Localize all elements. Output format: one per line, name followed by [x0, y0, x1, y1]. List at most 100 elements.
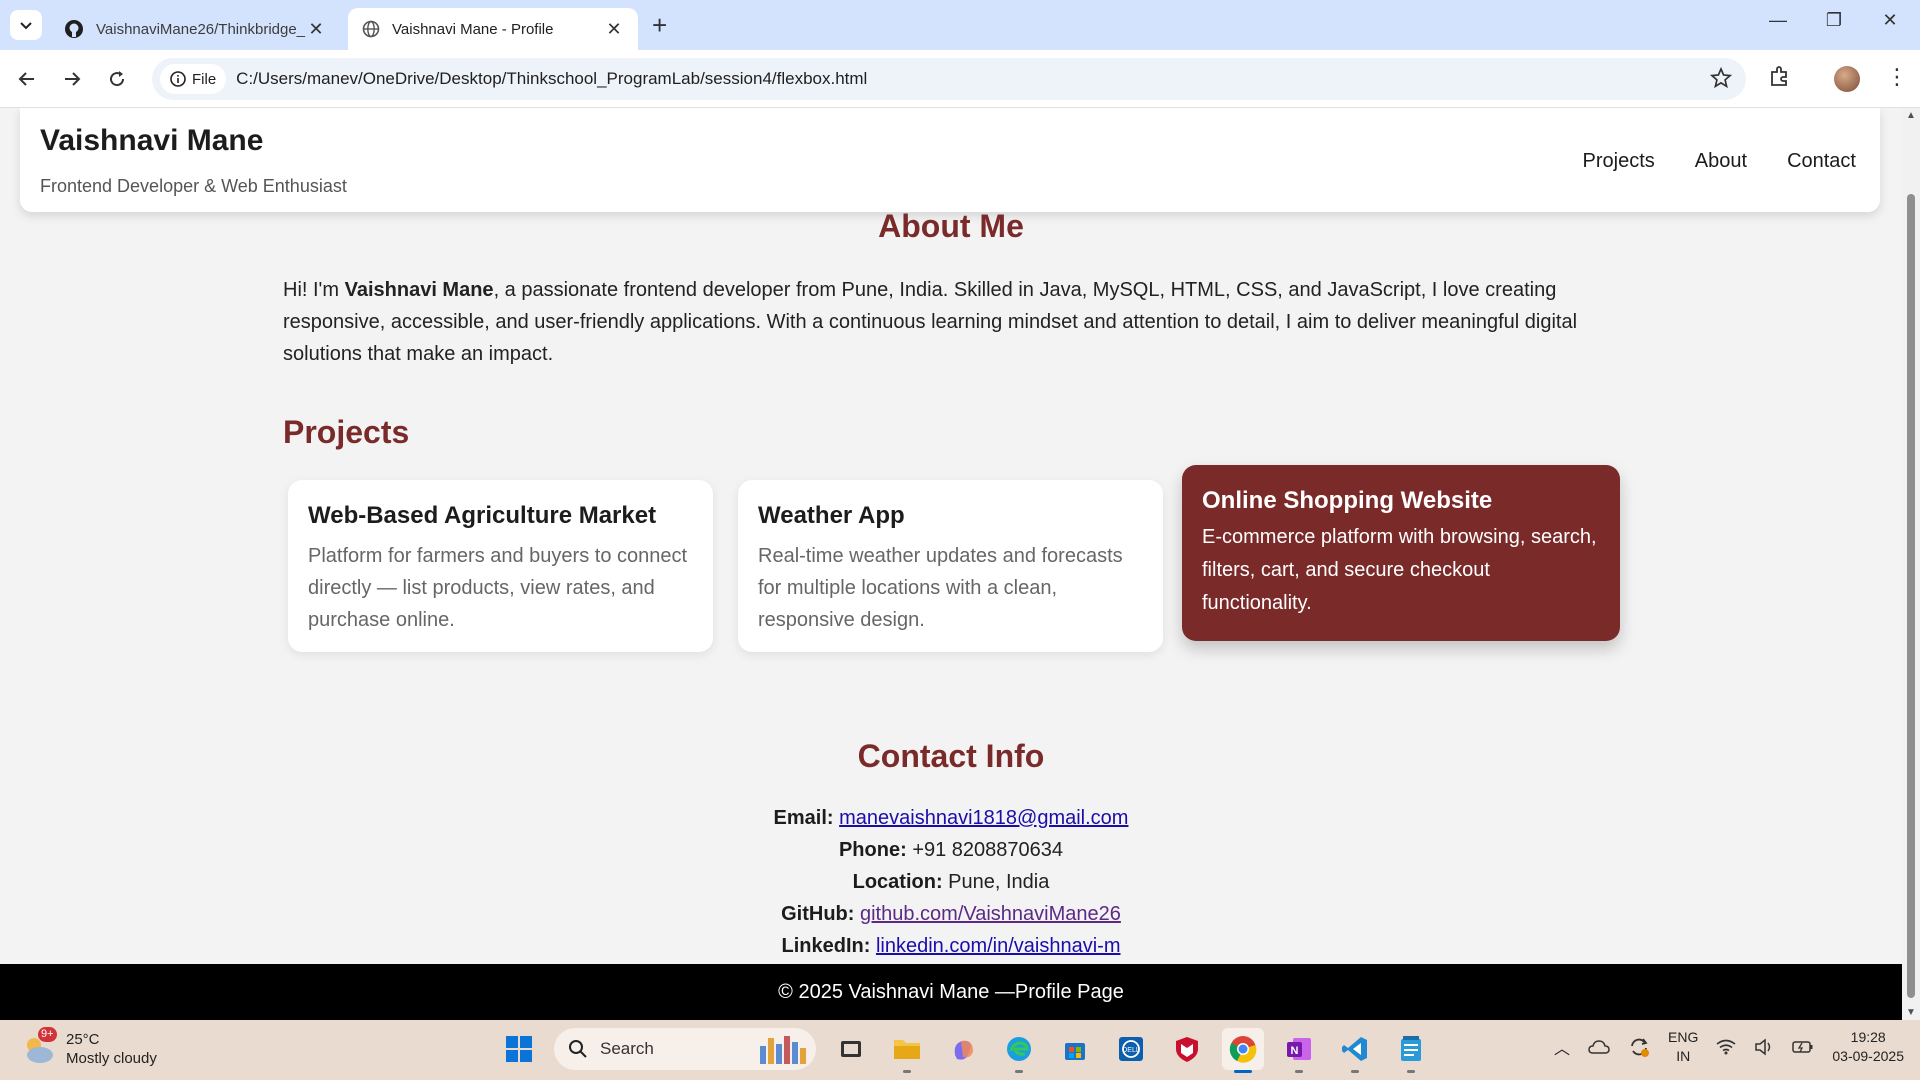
vscode-button[interactable] — [1334, 1028, 1376, 1073]
start-button[interactable] — [498, 1028, 540, 1070]
restore-icon[interactable]: ❐ — [1814, 10, 1854, 31]
tab-search-button[interactable] — [10, 10, 42, 40]
project-card-hovered[interactable]: Online Shopping Website E-commerce platf… — [1182, 465, 1620, 641]
notepad-icon — [1401, 1036, 1421, 1061]
copilot-button[interactable] — [942, 1028, 984, 1070]
city-skyline-icon — [760, 1036, 806, 1064]
scroll-up-icon[interactable]: ▲ — [1905, 110, 1917, 121]
chevron-up-icon[interactable]: ︿ — [1554, 1035, 1570, 1059]
page-viewport: Vaishnavi Mane Frontend Developer & Web … — [0, 108, 1902, 1020]
email-link[interactable]: manevaishnavi1818@gmail.com — [839, 807, 1128, 829]
scrollbar-thumb[interactable] — [1907, 194, 1915, 998]
notepad-button[interactable] — [1390, 1028, 1432, 1073]
weather-icon: 9+ — [20, 1027, 57, 1067]
nav-contact[interactable]: Contact — [1787, 150, 1856, 173]
store-button[interactable] — [1054, 1028, 1096, 1070]
input-language[interactable]: ENG IN — [1668, 1028, 1698, 1066]
site-nav: Projects About Contact — [1583, 150, 1856, 173]
more-menu-icon[interactable]: ⋮ — [1886, 64, 1908, 90]
contact-location-row: Location: Pune, India — [0, 866, 1902, 898]
onenote-button[interactable]: N — [1278, 1028, 1320, 1073]
tab-profile[interactable]: Vaishnavi Mane - Profile ✕ — [348, 8, 638, 50]
file-chip-label: File — [192, 70, 217, 88]
running-indicator — [903, 1070, 911, 1073]
close-window-icon[interactable]: ✕ — [1870, 10, 1910, 31]
email-label: Email: — [773, 807, 834, 829]
arrow-right-icon — [65, 72, 81, 86]
avatar — [1834, 66, 1860, 92]
github-icon — [65, 20, 83, 38]
project-title: Web-Based Agriculture Market — [308, 502, 657, 529]
running-indicator — [1407, 1070, 1415, 1073]
project-description: Platform for farmers and buyers to conne… — [308, 545, 688, 631]
weather-widget[interactable]: 9+ 25°C Mostly cloudy — [20, 1027, 157, 1068]
chrome-button[interactable] — [1222, 1028, 1264, 1073]
search-placeholder: Search — [600, 1039, 654, 1058]
forward-button[interactable] — [57, 64, 87, 94]
reload-button[interactable] — [102, 64, 132, 94]
new-tab-button[interactable]: + — [652, 12, 667, 38]
clock[interactable]: 19:28 03-09-2025 — [1832, 1028, 1904, 1066]
minimize-icon[interactable]: — — [1758, 10, 1798, 31]
sync-icon[interactable] — [1628, 1036, 1650, 1058]
taskbar-search[interactable]: Search — [554, 1028, 816, 1070]
project-card[interactable]: Web-Based Agriculture Market Platform fo… — [288, 480, 713, 652]
task-view-button[interactable] — [830, 1028, 872, 1070]
copilot-icon — [954, 1040, 973, 1060]
back-button[interactable] — [12, 64, 42, 94]
volume-icon[interactable] — [1754, 1038, 1774, 1056]
folder-icon — [894, 1040, 920, 1059]
bookmark-star-icon[interactable] — [1710, 67, 1732, 89]
close-tab-icon[interactable]: ✕ — [306, 19, 326, 40]
tab-github[interactable]: VaishnaviMane26/Thinkbridge_ ✕ — [50, 8, 340, 50]
about-name: Vaishnavi Mane — [344, 279, 494, 301]
reload-icon — [110, 71, 125, 87]
address-bar[interactable]: File C:/Users/manev/OneDrive/Desktop/Thi… — [152, 58, 1746, 100]
lang-secondary: IN — [1676, 1048, 1691, 1064]
nav-projects[interactable]: Projects — [1583, 150, 1655, 173]
svg-text:DELL: DELL — [1122, 1047, 1140, 1054]
mcafee-button[interactable] — [1166, 1028, 1208, 1070]
site-header: Vaishnavi Mane Frontend Developer & Web … — [20, 108, 1880, 212]
tab-title: VaishnaviMane26/Thinkbridge_ — [96, 20, 306, 38]
system-tray: ︿ ENG IN 19:28 03-09-2025 — [1554, 1028, 1904, 1066]
chevron-down-icon — [20, 22, 32, 30]
dell-button[interactable]: DELL — [1110, 1028, 1152, 1070]
search-icon — [569, 1040, 587, 1058]
profile-avatar[interactable] — [1834, 66, 1860, 92]
browser-toolbar: File C:/Users/manev/OneDrive/Desktop/Thi… — [0, 50, 1920, 108]
onedrive-cloud-icon[interactable] — [1588, 1039, 1610, 1055]
about-intro: Hi! I'm — [283, 279, 345, 301]
battery-icon[interactable] — [1792, 1040, 1814, 1054]
taskbar-apps: Search DELL N — [498, 1028, 1432, 1073]
extensions-button[interactable] — [1768, 64, 1792, 93]
edge-button[interactable] — [998, 1028, 1040, 1073]
file-explorer-button[interactable] — [886, 1028, 928, 1073]
globe-icon — [362, 20, 380, 38]
phone-label: Phone: — [838, 839, 907, 861]
clock-time: 19:28 — [1850, 1029, 1886, 1045]
url-text[interactable]: C:/Users/manev/OneDrive/Desktop/Thinksch… — [236, 69, 867, 89]
chrome-icon — [1229, 1036, 1257, 1063]
wifi-icon[interactable] — [1716, 1039, 1736, 1055]
linkedin-link[interactable]: linkedin.com/in/vaishnavi-m — [876, 935, 1121, 957]
linkedin-label: LinkedIn: — [781, 935, 871, 957]
project-description: E-commerce platform with browsing, searc… — [1202, 526, 1597, 614]
info-icon — [170, 71, 186, 87]
phone-value: +91 8208870634 — [912, 839, 1064, 861]
github-link[interactable]: github.com/VaishnaviMane26 — [860, 903, 1121, 925]
github-label: GitHub: — [781, 903, 855, 925]
contact-phone-row: Phone: +91 8208870634 — [0, 834, 1902, 866]
scroll-down-icon[interactable]: ▼ — [1905, 1007, 1917, 1018]
running-indicator — [1351, 1070, 1359, 1073]
site-name: Vaishnavi Mane — [40, 124, 264, 157]
nav-about[interactable]: About — [1695, 150, 1747, 173]
site-footer: © 2025 Vaishnavi Mane —Profile Page — [0, 964, 1902, 1020]
about-paragraph: Hi! I'm Vaishnavi Mane, a passionate fro… — [283, 274, 1613, 370]
project-card[interactable]: Weather App Real-time weather updates an… — [738, 480, 1163, 652]
arrow-left-icon — [18, 72, 34, 86]
page-scrollbar[interactable]: ▲ ▼ — [1902, 108, 1920, 1020]
close-tab-icon[interactable]: ✕ — [604, 19, 624, 40]
site-info-chip[interactable]: File — [160, 64, 227, 94]
weather-condition: Mostly cloudy — [66, 1050, 157, 1067]
